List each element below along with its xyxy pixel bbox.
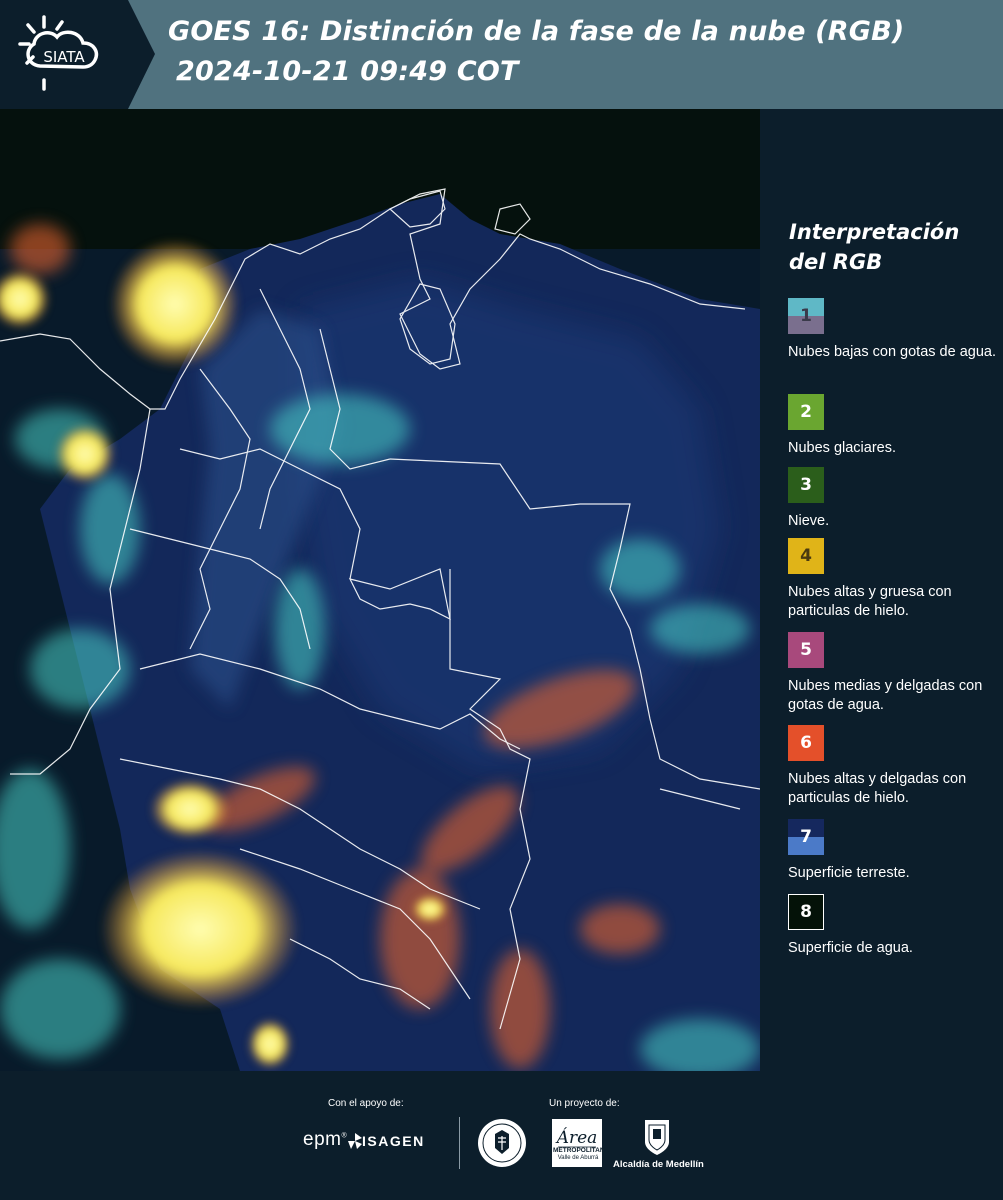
legend-item-5: 5 Nubes medias y delgadas con gotas de a… xyxy=(788,632,1003,715)
satellite-map[interactable] xyxy=(0,109,760,1071)
legend-label-2: Nubes glaciares. xyxy=(788,440,896,456)
legend-item-4: 4 Nubes altas y gruesa con particulas de… xyxy=(788,538,1003,621)
legend-label-8: Superficie de agua. xyxy=(788,940,913,956)
legend-label-7: Superficie terreste. xyxy=(788,865,910,881)
legend-label-1: Nubes bajas con gotas de agua. xyxy=(788,344,996,360)
epm-logo: epm® xyxy=(303,1129,348,1150)
legend-swatch-1: 1 xyxy=(788,298,824,334)
legend-swatch-6: 6 xyxy=(788,725,824,761)
legend-item-2: 2 Nubes glaciares. xyxy=(788,394,1003,458)
area-sub-text: Valle de Aburrá xyxy=(557,1155,599,1161)
header-bar: SIATA GOES 16: Distinción de la fase de … xyxy=(0,0,1003,109)
legend-label-3: Nieve. xyxy=(788,513,830,529)
epm-logo-text: epm xyxy=(303,1129,342,1150)
project-label: Un proyecto de: xyxy=(549,1098,620,1109)
legend-swatch-4: 4 xyxy=(788,538,824,574)
legend-label-5: Nubes medias y delgadas con gotas de agu… xyxy=(788,678,983,713)
legend-number-7: 7 xyxy=(800,827,812,847)
legend-title-line2: del RGB xyxy=(789,250,883,274)
legend-item-6: 6 Nubes altas y delgadas con particulas … xyxy=(788,725,1003,808)
area-name-text: METROPOLITANA xyxy=(553,1147,610,1154)
legend-swatch-3: 3 xyxy=(788,467,824,503)
isagen-logo-text: ISAGEN xyxy=(362,1133,425,1149)
medellin-coat-of-arms-icon xyxy=(645,1120,669,1155)
legend-swatch-5: 5 xyxy=(788,632,824,668)
legend-swatch-2: 2 xyxy=(788,394,824,430)
logo-panel: SIATA xyxy=(0,0,155,109)
legend-swatch-7: 7 xyxy=(788,819,824,855)
support-label: Con el apoyo de: xyxy=(328,1098,404,1109)
legend-swatch-8: 8 xyxy=(788,894,824,930)
legend-label-4: Nubes altas y gruesa con particulas de h… xyxy=(788,584,952,619)
isagen-mark-icon xyxy=(348,1133,362,1149)
rgb-legend: Interpretación del RGB 1 Nubes bajas con… xyxy=(760,109,1003,1071)
alcaldia-text: Alcaldía de Medellín xyxy=(613,1159,704,1170)
legend-item-3: 3 Nieve. xyxy=(788,467,1003,531)
university-seal-icon xyxy=(478,1119,526,1167)
legend-item-7: 7 Superficie terreste. xyxy=(788,819,1003,883)
legend-number-1: 1 xyxy=(800,306,812,326)
footer: Con el apoyo de: Un proyecto de: epm® IS… xyxy=(0,1071,1003,1200)
svg-text:Área: Área xyxy=(555,1127,598,1148)
page-timestamp: 2024-10-21 09:49 COT xyxy=(176,56,519,87)
footer-divider xyxy=(459,1117,460,1169)
legend-label-6: Nubes altas y delgadas con particulas de… xyxy=(788,771,967,806)
legend-title: Interpretación del RGB xyxy=(789,217,999,277)
legend-item-8: 8 Superficie de agua. xyxy=(788,894,1003,958)
siata-logo-text: SIATA xyxy=(43,48,85,66)
legend-item-1: 1 Nubes bajas con gotas de agua. xyxy=(788,298,1003,362)
page-title: GOES 16: Distinción de la fase de la nub… xyxy=(168,16,905,47)
legend-title-line1: Interpretación xyxy=(789,220,960,244)
